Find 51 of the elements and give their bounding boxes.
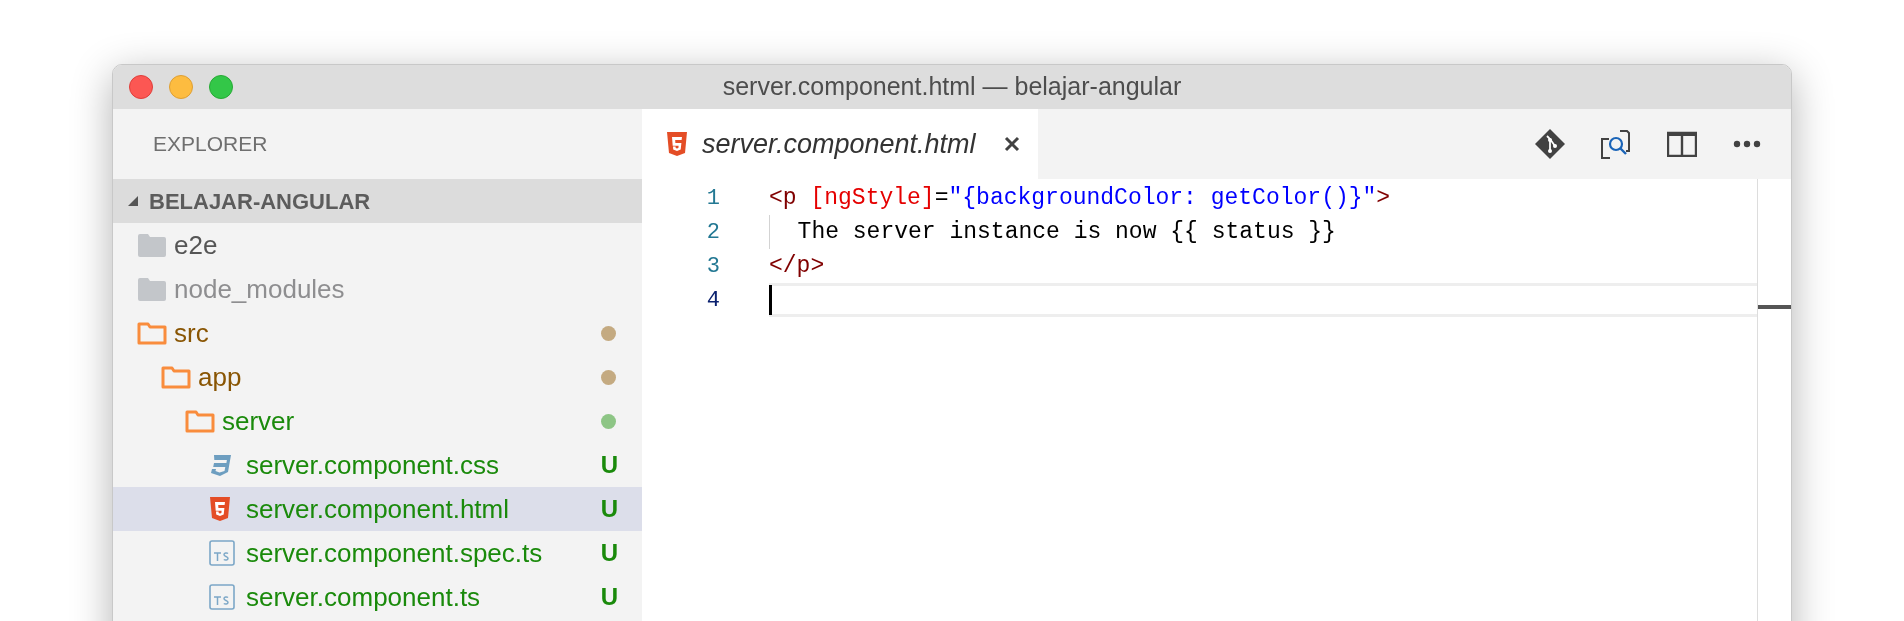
section-header[interactable]: BELAJAR-ANGULAR — [113, 179, 642, 223]
tree-item-label: src — [174, 316, 209, 350]
folder-icon — [137, 232, 167, 258]
split-editor-icon[interactable] — [1667, 131, 1697, 157]
tree-item-label: server.component.css — [246, 448, 499, 482]
typescript-icon — [209, 584, 235, 610]
preview-search-icon[interactable] — [1601, 129, 1631, 159]
close-window-button[interactable] — [129, 75, 153, 99]
code-text: </p> — [769, 251, 825, 281]
tree-item-label: server.component.ts — [246, 580, 481, 614]
tree-item[interactable]: server — [113, 399, 642, 443]
tree-item[interactable]: server.component.ts U — [113, 575, 642, 619]
folder-icon — [137, 276, 167, 302]
code-text: The server instance is now {{ status }} — [796, 217, 1336, 247]
git-icon[interactable] — [1535, 129, 1565, 159]
open-folder-icon — [161, 364, 191, 390]
window-title: server.component.html — belajar-angular — [722, 71, 1182, 103]
line-number: 4 — [705, 286, 721, 315]
git-status-label: U — [600, 494, 618, 524]
tree-item-label: server.component.html — [246, 492, 509, 526]
sidebar-title: EXPLORER — [153, 131, 268, 158]
tree-item[interactable]: node_modules — [113, 267, 642, 311]
tree-item-label: server.component.spec.ts — [246, 536, 543, 570]
typescript-icon — [209, 540, 235, 566]
git-status-label: U — [600, 450, 618, 480]
code-text: <p [ngStyle]="{backgroundColor: getColor()}"> — [769, 183, 1391, 213]
editor-tab[interactable]: server.component.html — [642, 109, 1038, 179]
open-folder-icon — [137, 320, 167, 346]
line-number: 2 — [705, 218, 721, 247]
line-number: 3 — [705, 252, 721, 281]
tree-item[interactable]: app — [113, 355, 642, 399]
tree-item-label: server — [222, 404, 295, 438]
git-status-label: U — [600, 538, 618, 568]
tree-item[interactable]: server.component.html U — [113, 487, 642, 531]
tree-item[interactable]: server.component.css U — [113, 443, 642, 487]
tree-item-label: e2e — [174, 228, 218, 262]
git-status-label: U — [600, 582, 618, 612]
more-actions-icon[interactable] — [1733, 140, 1761, 148]
close-icon[interactable] — [1003, 136, 1020, 152]
tree-item[interactable]: e2e — [113, 223, 642, 267]
open-folder-icon — [185, 408, 215, 434]
line-number: 1 — [705, 184, 721, 213]
css3-icon — [209, 453, 233, 477]
caret-icon — [127, 195, 139, 207]
html5-icon — [666, 131, 688, 157]
tree-item[interactable]: src — [113, 311, 642, 355]
text-cursor — [769, 285, 772, 315]
tree-item[interactable]: server.component.spec.ts U — [113, 531, 642, 575]
tree-item-label: app — [198, 360, 242, 394]
html5-icon — [209, 496, 231, 522]
tree-item-label: node_modules — [174, 272, 345, 306]
